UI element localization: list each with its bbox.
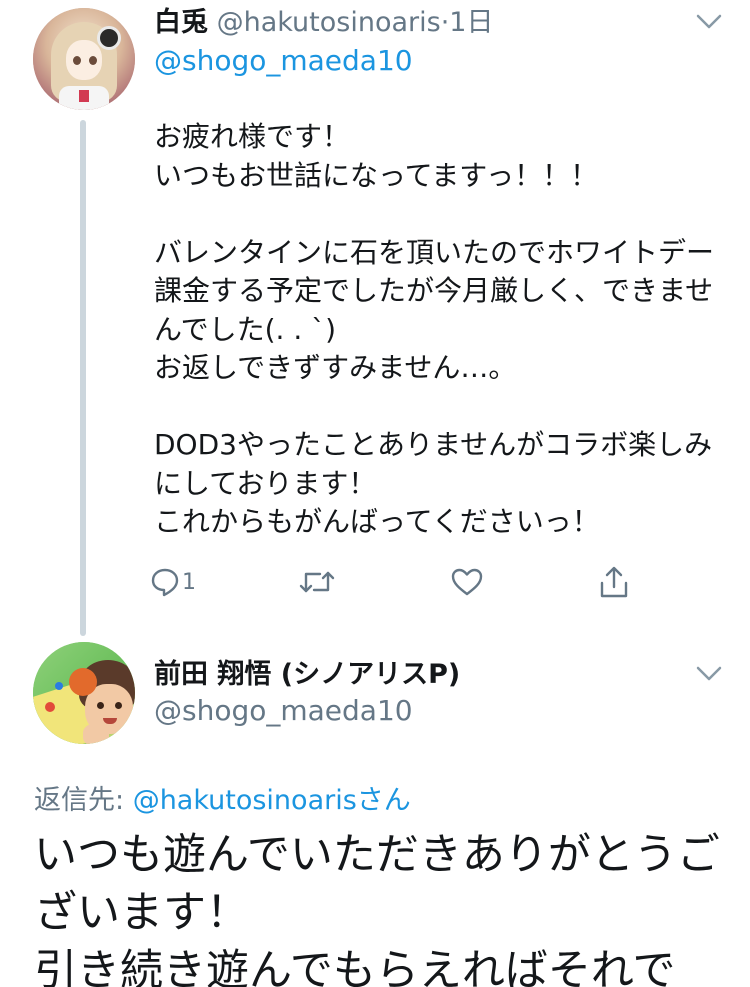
reply-button[interactable]: 1 (150, 562, 196, 602)
thread-line (80, 120, 86, 636)
replying-to: 返信先: @hakutosinoarisさん (34, 784, 411, 818)
retweet-icon (298, 567, 336, 597)
tweet-actions: 1 (150, 562, 650, 602)
user-handle[interactable]: @shogo_maeda10 (154, 694, 413, 728)
chevron-down-icon[interactable] (696, 666, 722, 682)
heart-icon (450, 567, 484, 597)
tweet-hakutosinoaris[interactable]: 白兎 @hakutosinoaris·1日 @shogo_maeda10 お疲れ… (0, 0, 750, 640)
share-button[interactable] (598, 562, 630, 602)
tweet-text: お疲れ様です！ いつもお世話になってますっ！！！ バレンタインに石を頂いたのでホ… (154, 120, 715, 538)
display-name[interactable]: 白兎 (154, 7, 208, 38)
replying-label: 返信先: (34, 785, 133, 816)
tweet-thread: 白兎 @hakutosinoaris·1日 @shogo_maeda10 お疲れ… (0, 0, 750, 987)
tweet-header: 白兎 @hakutosinoaris·1日 (154, 6, 493, 40)
timestamp[interactable]: 1日 (449, 7, 493, 38)
like-button[interactable] (450, 562, 484, 602)
reply-count: 1 (182, 569, 196, 595)
display-name[interactable]: 前田 翔悟 (シノアリスP) (154, 658, 460, 692)
user-handle[interactable]: @hakutosinoaris (217, 7, 441, 38)
avatar[interactable] (33, 642, 135, 744)
separator: · (440, 7, 450, 38)
share-icon (598, 565, 630, 599)
avatar[interactable] (33, 8, 135, 110)
reply-icon (150, 567, 180, 597)
chevron-down-icon[interactable] (696, 14, 722, 30)
retweet-button[interactable] (298, 562, 336, 602)
tweet-text: いつも遊んでいただきありがとうございます！ 引き続き遊んでもらえればそれで (34, 830, 720, 987)
mention-link[interactable]: @shogo_maeda10 (154, 44, 413, 78)
mention-link[interactable]: @hakutosinoarisさん (133, 785, 411, 816)
